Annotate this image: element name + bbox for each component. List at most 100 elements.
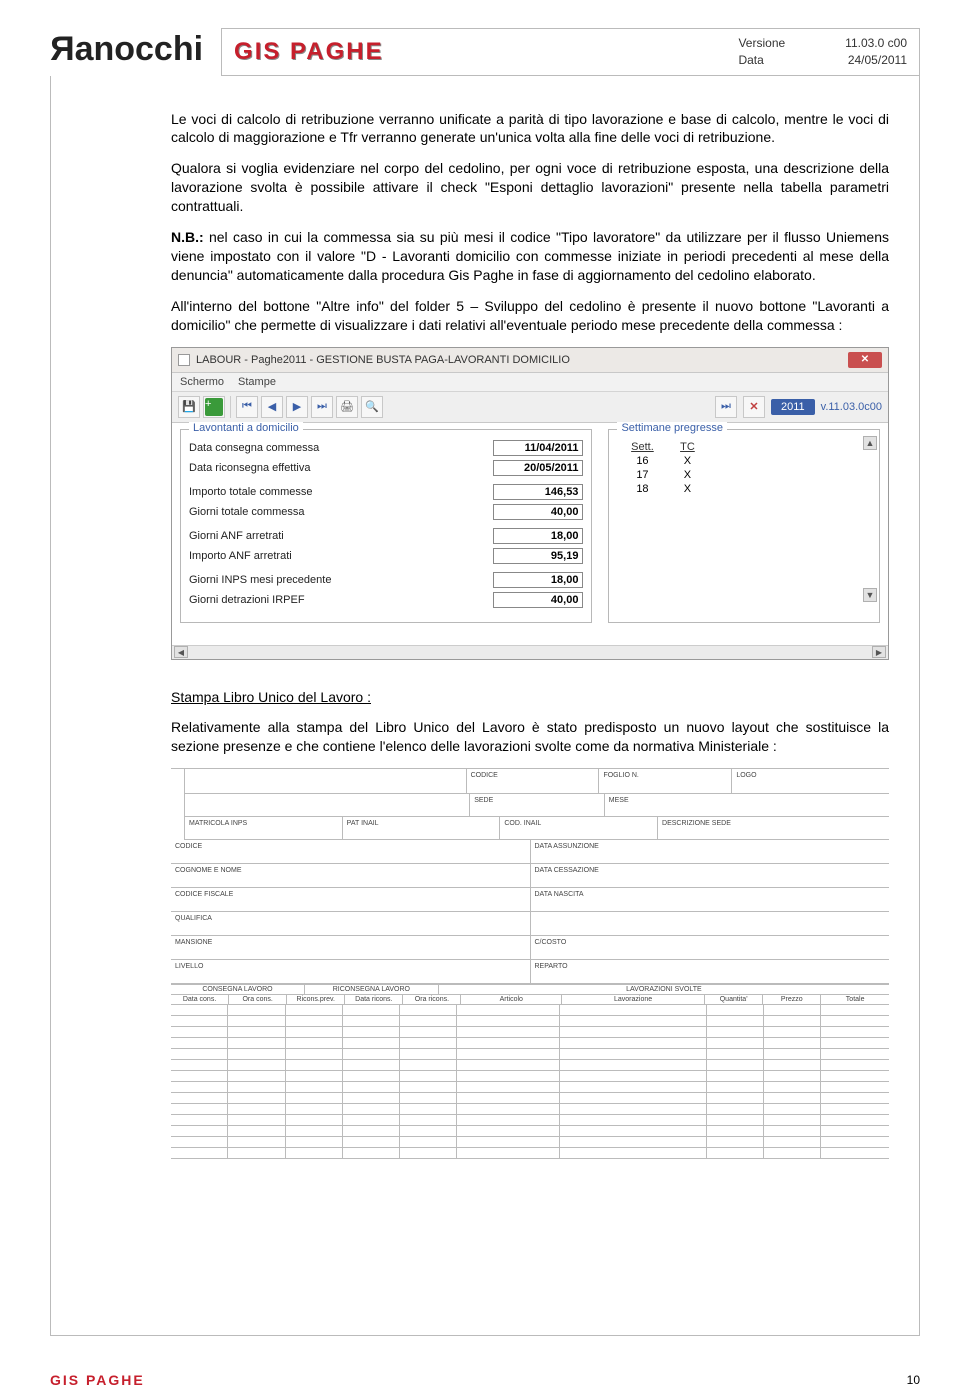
- table-row: [171, 1104, 889, 1115]
- cell-matricola: MATRICOLA INPS: [185, 817, 342, 839]
- field-value-4[interactable]: 18,00: [493, 528, 583, 544]
- cancel-icon[interactable]: ✕: [743, 396, 765, 418]
- footer-logo: GIS PAGHE: [50, 1372, 145, 1388]
- table-row: [171, 1126, 889, 1137]
- close-button[interactable]: ✕: [848, 352, 882, 368]
- add-icon[interactable]: +: [203, 396, 225, 418]
- right-row-4: C/COSTO: [531, 936, 890, 960]
- cell-mese: MESE: [604, 794, 889, 816]
- col-data-ricons: Data ricons.: [345, 995, 403, 1005]
- col-prezzo: Prezzo: [763, 995, 821, 1005]
- print-icon[interactable]: 🖨: [336, 396, 358, 418]
- right-row-2: DATA NASCITA: [531, 888, 890, 912]
- cell-codinail: COD. INAIL: [499, 817, 657, 839]
- dialog-hscroll[interactable]: ◀ ▶: [172, 645, 888, 659]
- paragraph-stampa: Relativamente alla stampa del Libro Unic…: [171, 718, 889, 756]
- paragraph-altre-info: All'interno del bottone "Altre info" del…: [171, 297, 889, 335]
- field-value-7[interactable]: 40,00: [493, 592, 583, 608]
- content-frame: Le voci di calcolo di retribuzione verra…: [50, 76, 920, 1336]
- legend-settimane: Settimane pregresse: [617, 422, 727, 434]
- dialog-title: LABOUR - Paghe2011 - GESTIONE BUSTA PAGA…: [196, 354, 570, 366]
- lavorazioni-table: CONSEGNA LAVORO RICONSEGNA LAVORO LAVORA…: [171, 984, 889, 1159]
- save-icon[interactable]: 💾: [178, 396, 200, 418]
- version-text: v.11.03.0c00: [821, 401, 882, 413]
- field-label-1: Data riconsegna effettiva: [189, 462, 493, 474]
- page-number: 10: [907, 1373, 920, 1387]
- last-icon[interactable]: ⏭: [311, 396, 333, 418]
- field-value-0[interactable]: 11/04/2011: [493, 440, 583, 456]
- col-data-cons: Data cons.: [171, 995, 229, 1005]
- right-row-5: REPARTO: [531, 960, 890, 984]
- field-value-6[interactable]: 18,00: [493, 572, 583, 588]
- table-row: [171, 1016, 889, 1027]
- table-row: [171, 1060, 889, 1071]
- next-icon[interactable]: ▶: [286, 396, 308, 418]
- legend-lavoranti: Lavontanti a domicilio: [189, 422, 303, 434]
- left-row-3: QUALIFICA: [171, 912, 530, 936]
- field-label-5: Importo ANF arretrati: [189, 550, 493, 562]
- col-ricons-prev: Ricons.prev.: [287, 995, 345, 1005]
- week-row-0-s: 16: [617, 454, 667, 468]
- dialog-toolbar: 💾 + ⏮ ◀ ▶ ⏭ 🖨 🔍 ⏭ ✕ 2011 v.11.: [172, 392, 888, 423]
- table-row: [171, 1038, 889, 1049]
- group-consegna: CONSEGNA LAVORO: [171, 985, 305, 995]
- skip-icon[interactable]: ⏭: [715, 396, 737, 418]
- field-label-6: Giorni INPS mesi precedente: [189, 574, 493, 586]
- dialog-body: Lavontanti a domicilio Data consegna com…: [172, 423, 888, 645]
- group-riconsegna: RICONSEGNA LAVORO: [305, 985, 439, 995]
- left-row-2: CODICE FISCALE: [171, 888, 530, 912]
- cell-logo: LOGO: [731, 769, 889, 793]
- col-quantita: Quantita': [705, 995, 763, 1005]
- week-row-1-s: 17: [617, 468, 667, 482]
- week-row-2-s: 18: [617, 482, 667, 496]
- fieldset-settimane: Settimane pregresse ▲ Sett. TC 16X 17X 1…: [608, 429, 880, 623]
- field-label-2: Importo totale commesse: [189, 486, 493, 498]
- table-row: [171, 1115, 889, 1126]
- right-row-3: [531, 912, 890, 936]
- meta-label-versione: Versione: [738, 35, 785, 52]
- col-articolo: Articolo: [461, 995, 562, 1005]
- field-value-5[interactable]: 95,19: [493, 548, 583, 564]
- nb-prefix: N.B.:: [171, 229, 204, 245]
- paragraph-nb: N.B.: nel caso in cui la commessa sia su…: [171, 228, 889, 285]
- scroll-up-icon[interactable]: ▲: [863, 436, 877, 450]
- page-header: RRanocchianocchi GIS PAGHE Versione Data…: [50, 28, 920, 76]
- dialog-lavoranti-domicilio: LABOUR - Paghe2011 - GESTIONE BUSTA PAGA…: [171, 347, 889, 660]
- table-row: [171, 1148, 889, 1159]
- field-value-2[interactable]: 146,53: [493, 484, 583, 500]
- menu-stampe[interactable]: Stampe: [238, 376, 276, 388]
- field-value-3[interactable]: 40,00: [493, 504, 583, 520]
- week-row-2-t: X: [667, 482, 707, 496]
- logo-gis-paghe: GIS PAGHE: [234, 38, 384, 66]
- field-label-3: Giorni totale commessa: [189, 506, 493, 518]
- dialog-titlebar: LABOUR - Paghe2011 - GESTIONE BUSTA PAGA…: [172, 348, 888, 373]
- left-row-5: LIVELLO: [171, 960, 530, 984]
- table-row: [171, 1027, 889, 1038]
- field-value-1[interactable]: 20/05/2011: [493, 460, 583, 476]
- week-row-0-t: X: [667, 454, 707, 468]
- section-title-stampa: Stampa Libro Unico del Lavoro :: [171, 688, 889, 707]
- first-icon[interactable]: ⏮: [236, 396, 258, 418]
- header-box: GIS PAGHE Versione Data 11.03.0 c00 24/0…: [221, 28, 920, 76]
- menu-schermo[interactable]: Schermo: [180, 376, 224, 388]
- group-lavorazioni: LAVORAZIONI SVOLTE: [439, 985, 889, 995]
- field-label-7: Giorni detrazioni IRPEF: [189, 594, 493, 606]
- libro-unico-layout: CODICE FOGLIO N. LOGO SEDE MESE MATRICOL…: [171, 768, 889, 1159]
- cell-codice: CODICE: [466, 769, 599, 793]
- prev-icon[interactable]: ◀: [261, 396, 283, 418]
- window-icon: [178, 354, 190, 366]
- header-meta: Versione Data 11.03.0 c00 24/05/2011: [738, 35, 907, 69]
- paragraph-voci-calcolo: Le voci di calcolo di retribuzione verra…: [171, 110, 889, 148]
- col-totale: Totale: [821, 995, 889, 1005]
- search-icon[interactable]: 🔍: [361, 396, 383, 418]
- logo-ranocchi: RRanocchianocchi: [50, 28, 203, 66]
- cell-foglio: FOGLIO N.: [598, 769, 731, 793]
- year-badge: 2011: [771, 399, 815, 415]
- left-row-4: MANSIONE: [171, 936, 530, 960]
- table-row: [171, 1082, 889, 1093]
- scroll-down-icon[interactable]: ▼: [863, 588, 877, 602]
- fieldset-lavoranti: Lavontanti a domicilio Data consegna com…: [180, 429, 592, 623]
- hscroll-right-icon[interactable]: ▶: [872, 646, 886, 658]
- hscroll-left-icon[interactable]: ◀: [174, 646, 188, 658]
- weeks-header-sett: Sett.: [617, 440, 667, 454]
